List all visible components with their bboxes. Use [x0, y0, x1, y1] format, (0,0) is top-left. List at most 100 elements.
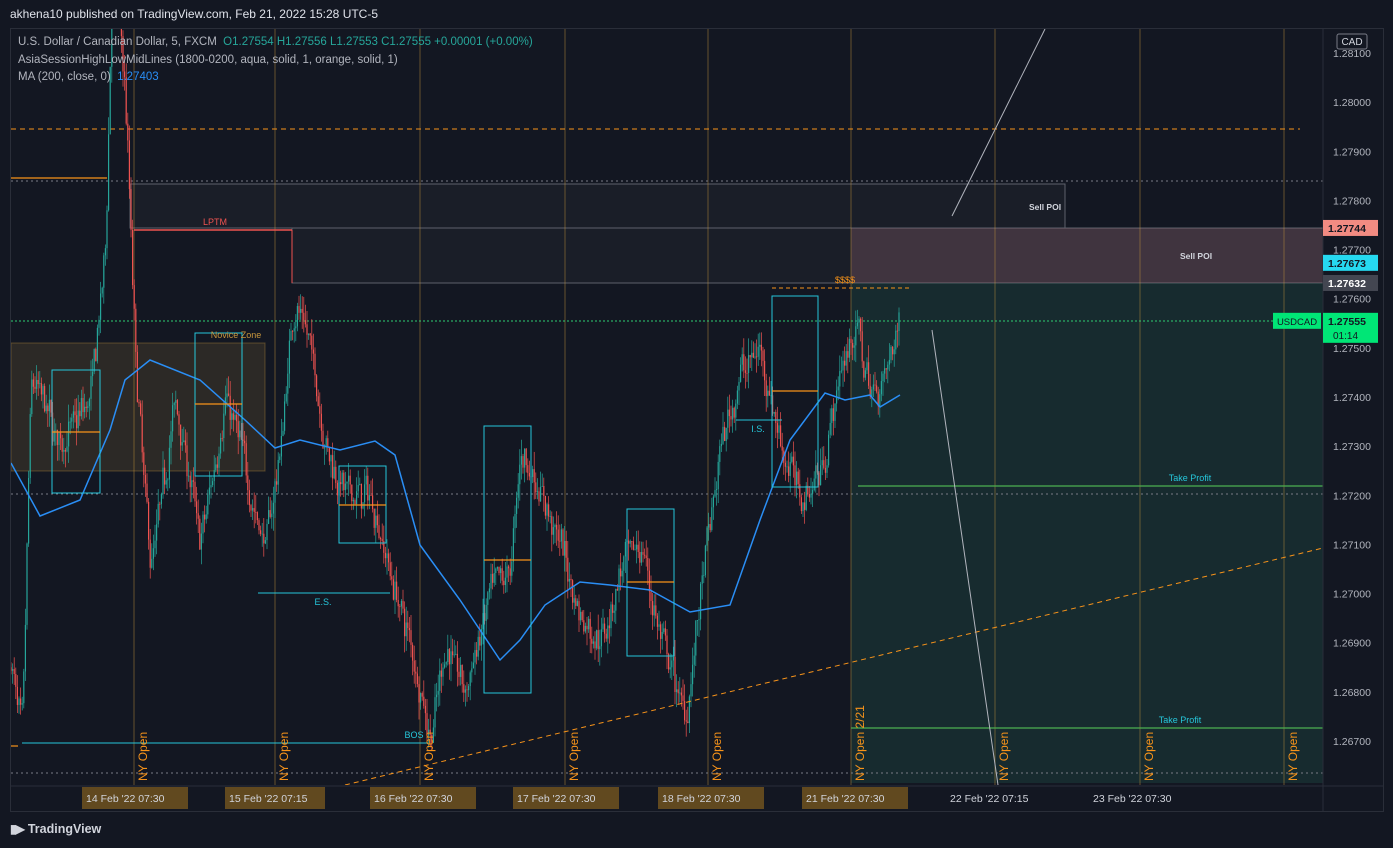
candle-body	[607, 625, 609, 639]
candle-body	[311, 335, 313, 350]
candle-body	[420, 693, 422, 703]
candle-body	[616, 588, 618, 591]
candle-body	[493, 572, 495, 583]
legend-indicator-asia[interactable]: AsiaSessionHighLowMidLines (1800-0200, a…	[18, 52, 533, 70]
candle-body	[874, 384, 876, 386]
candle-body	[160, 493, 162, 505]
candle-body	[92, 371, 94, 377]
candle-body	[512, 528, 514, 562]
candle-body	[312, 349, 314, 354]
short-position-area	[851, 283, 1323, 783]
price-label-2: 1.27632	[1328, 278, 1366, 290]
candle-body	[284, 401, 286, 431]
candle-body	[564, 540, 566, 556]
candle-body	[376, 515, 378, 526]
candle-body	[157, 503, 159, 525]
candle-body	[602, 623, 604, 630]
candle-body	[639, 552, 641, 563]
candle-body	[263, 533, 265, 544]
tradingview-footer[interactable]: ▮▶ TradingView	[10, 822, 101, 836]
candle-body	[288, 340, 290, 374]
candle-body	[588, 618, 590, 630]
candle-body	[127, 123, 129, 141]
candle-body	[453, 654, 455, 656]
candle-body	[887, 364, 889, 370]
candle-body	[767, 390, 769, 397]
candle-body	[364, 484, 366, 503]
candle-body	[805, 485, 807, 510]
candle-body	[810, 493, 812, 498]
candle-body	[461, 664, 463, 685]
candle-body	[44, 386, 46, 412]
candle-body	[727, 409, 729, 428]
candle-body	[503, 580, 505, 586]
candle-body	[610, 604, 612, 629]
candle-body	[768, 390, 770, 396]
candle-body	[546, 504, 548, 516]
candle-body	[133, 285, 135, 309]
candle-body	[687, 721, 689, 724]
candle-body	[812, 490, 814, 494]
price-chart[interactable]: LPTM Novice Zone E.S. BOS I.S. $$$$ Sell POI Se…	[0, 0, 1393, 848]
y-tick-3: 1.27800	[1333, 195, 1371, 207]
candle-body	[152, 548, 154, 559]
candle-body	[855, 326, 857, 346]
legend-ma-name[interactable]: MA (200, close, 0)	[18, 71, 111, 83]
tradingview-logo-icon: ▮▶	[10, 822, 25, 836]
candle-body	[357, 484, 359, 492]
candle-body	[613, 610, 615, 613]
candle-body	[96, 327, 98, 362]
candle-body	[378, 525, 380, 539]
candle-body	[832, 408, 834, 421]
candle-body	[34, 386, 36, 389]
candle-body	[485, 604, 487, 621]
candle-body	[450, 651, 452, 665]
candle-body	[444, 664, 446, 668]
candle-body	[642, 551, 644, 555]
candle-body	[637, 544, 639, 553]
candle-body	[674, 656, 676, 693]
candle-body	[597, 630, 599, 650]
candle-body	[184, 440, 186, 446]
candle-body	[327, 438, 329, 447]
candle-body	[492, 573, 494, 583]
candle-body	[596, 630, 598, 649]
candle-body	[303, 312, 305, 321]
candle-body	[328, 446, 330, 462]
candle-body	[738, 381, 740, 391]
candle-body	[40, 383, 42, 395]
candle-body	[544, 495, 546, 516]
candle-body	[138, 402, 140, 404]
candle-body	[653, 605, 655, 616]
sell-poi-zone-1	[129, 183, 1066, 229]
candle-body	[541, 485, 543, 487]
candle-body	[820, 465, 822, 486]
candle-body	[732, 407, 734, 420]
time-label-4: 18 Feb '22 07:30	[662, 793, 741, 805]
candle-body	[500, 568, 502, 574]
candle-body	[88, 398, 90, 407]
candle-body	[172, 405, 174, 432]
candle-body	[780, 425, 782, 447]
candle-body	[748, 355, 750, 374]
candle-body	[104, 248, 106, 256]
candle-body	[469, 672, 471, 687]
candle-body	[31, 379, 33, 415]
candle-body	[48, 399, 50, 412]
price-label-3: 1.27555	[1328, 316, 1366, 328]
candle-body	[690, 684, 692, 697]
candle-body	[837, 386, 839, 391]
candle-body	[380, 538, 382, 540]
candle-body	[703, 575, 705, 576]
candle-body	[496, 566, 498, 569]
candle-body	[351, 484, 353, 502]
candle-body	[684, 700, 686, 721]
candle-body	[170, 431, 172, 448]
legend-ohlc: O1.27554 H1.27556 L1.27553 C1.27555 +0.0…	[223, 36, 533, 48]
candle-body	[15, 674, 17, 687]
candle-body	[269, 510, 271, 518]
candle-body	[791, 456, 793, 462]
candle-body	[784, 462, 786, 467]
candle-body	[879, 394, 881, 407]
candle-body	[279, 456, 281, 460]
